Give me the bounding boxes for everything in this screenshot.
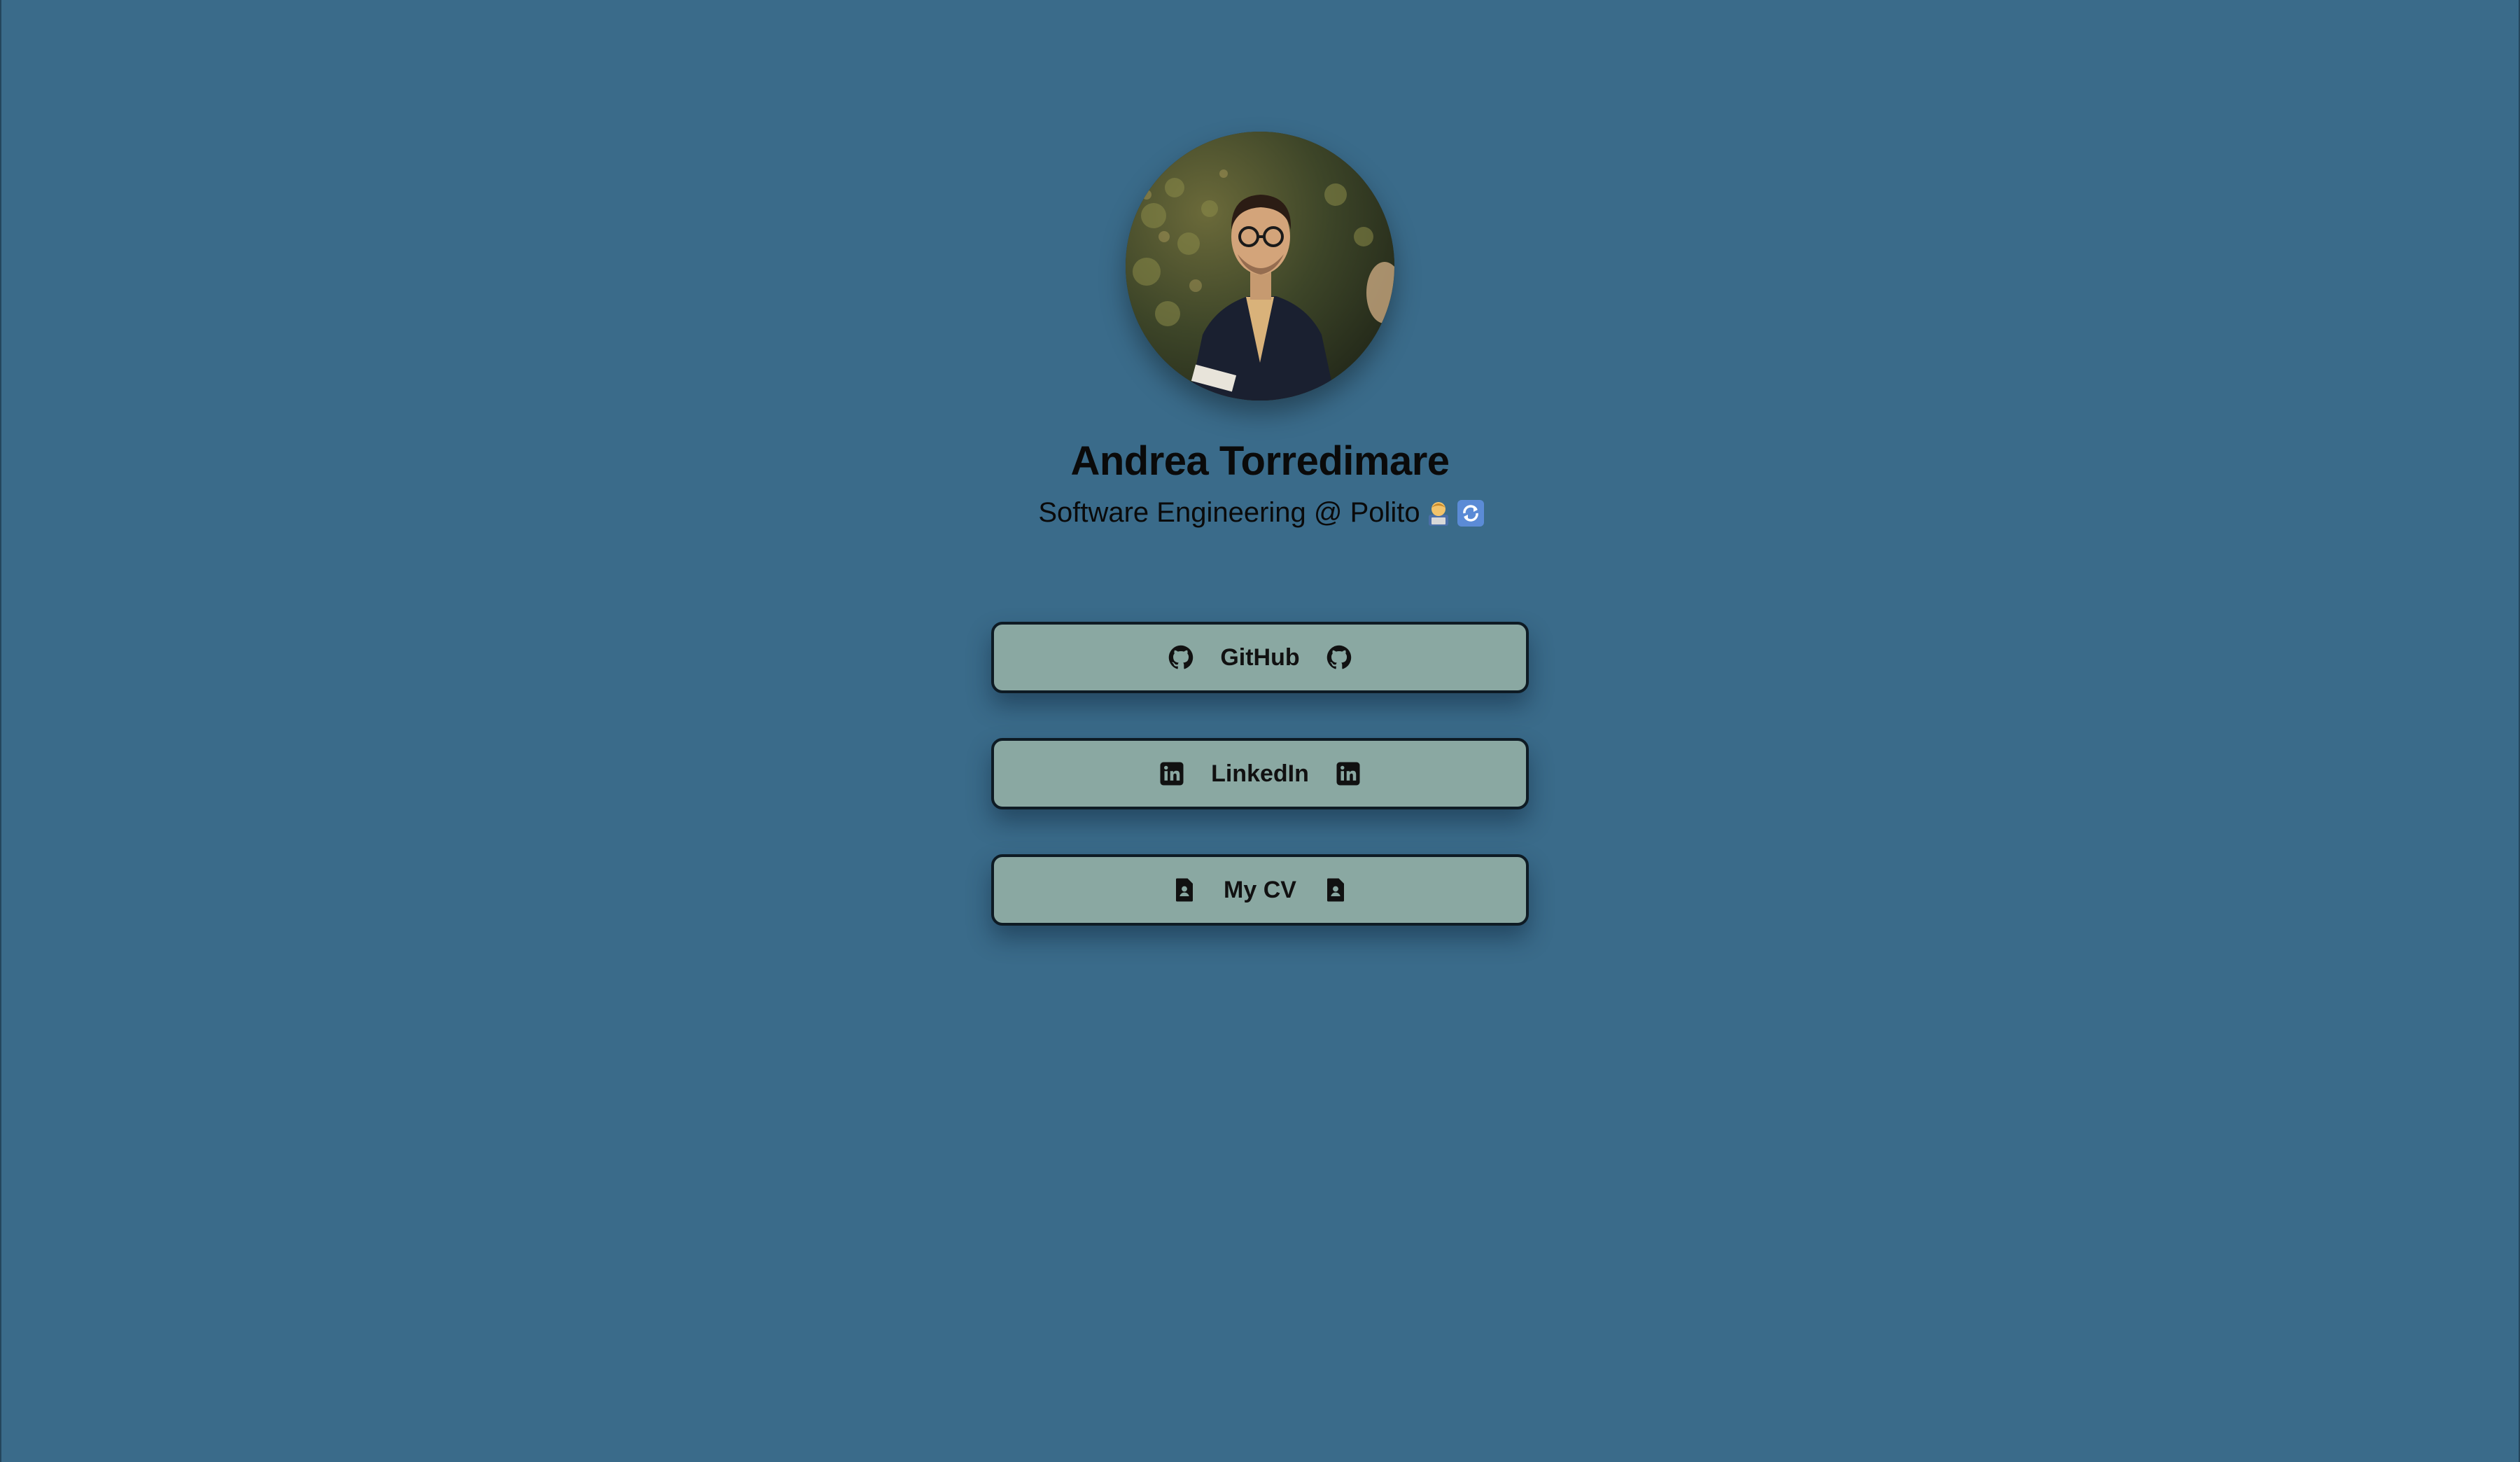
- profile-tagline: Software Engineering @ Polito: [1038, 493, 1484, 532]
- arrows-counterclockwise-emoji: [1457, 499, 1484, 527]
- linkedin-icon: [1336, 761, 1361, 786]
- cv-link-label: My CV: [1224, 876, 1296, 903]
- linkedin-link-label: LinkedIn: [1211, 760, 1309, 787]
- github-icon: [1168, 645, 1194, 670]
- document-icon: [1323, 877, 1348, 903]
- profile-name: Andrea Torredimare: [1070, 438, 1450, 484]
- avatar-photo: [1126, 132, 1394, 401]
- github-icon: [1326, 645, 1352, 670]
- document-icon: [1172, 877, 1197, 903]
- linkedin-icon: [1159, 761, 1184, 786]
- tagline-text: Software Engineering @ Polito: [1038, 497, 1420, 528]
- avatar: [1126, 132, 1394, 401]
- technologist-emoji: [1426, 499, 1451, 527]
- linkedin-link-button[interactable]: LinkedIn: [991, 738, 1529, 809]
- github-link-label: GitHub: [1220, 643, 1300, 671]
- cv-link-button[interactable]: My CV: [991, 854, 1529, 926]
- profile-card: Andrea Torredimare Software Engineering …: [0, 0, 2520, 926]
- github-link-button[interactable]: GitHub: [991, 622, 1529, 693]
- link-list: GitHub LinkedIn My CV: [991, 622, 1529, 926]
